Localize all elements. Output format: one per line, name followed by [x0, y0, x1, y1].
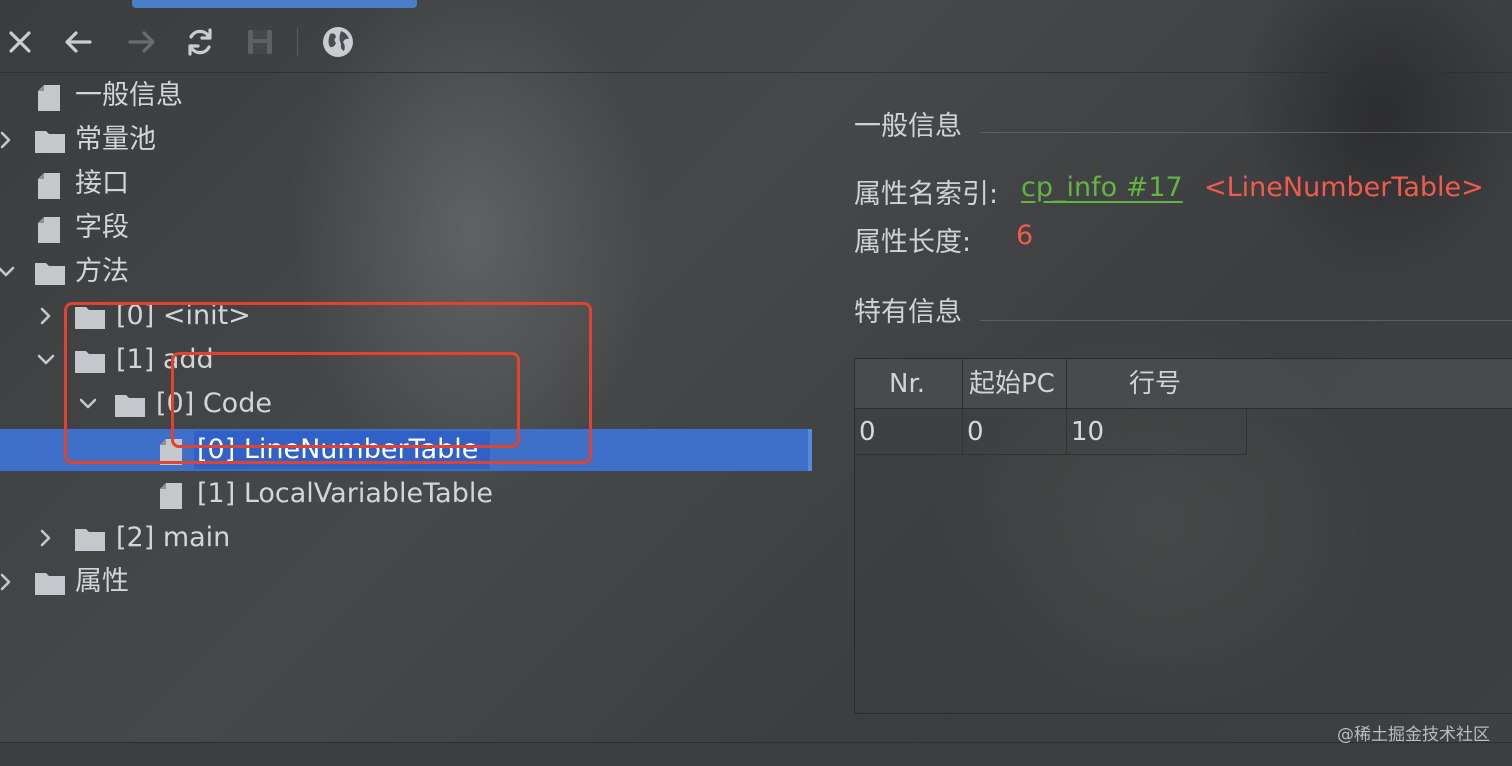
- table-cell-start-pc[interactable]: 0: [963, 409, 1067, 455]
- line-number-table: Nr. 起始PC 行号 0 0 10: [854, 358, 1512, 714]
- arrow-left-icon: [62, 28, 94, 56]
- tree-item-label: [1] LocalVariableTable: [197, 478, 493, 509]
- column-header-nr[interactable]: Nr.: [855, 359, 963, 409]
- tree-item-methods[interactable]: 方法: [0, 250, 830, 294]
- file-icon: [36, 84, 66, 111]
- forward-button[interactable]: [122, 22, 162, 62]
- detail-panel: 一般信息 属性名索引: cp_info #17 <LineNumberTable…: [830, 74, 1512, 734]
- folder-icon: [34, 128, 65, 153]
- active-tab-indicator[interactable]: [132, 0, 417, 8]
- tree-item-interfaces[interactable]: 接口: [0, 162, 830, 206]
- tree-item-label: [2] main: [116, 522, 231, 553]
- cp-info-link[interactable]: cp_info #17: [1021, 172, 1183, 203]
- table-cell-nr[interactable]: 0: [855, 409, 963, 455]
- chevron-right-icon[interactable]: [0, 572, 16, 592]
- tree-item-label: 一般信息: [75, 80, 183, 111]
- file-icon: [36, 172, 66, 199]
- web-button[interactable]: [318, 22, 358, 62]
- folder-icon: [34, 260, 65, 285]
- section-title-specific: 特有信息: [854, 297, 962, 328]
- chevron-down-icon[interactable]: [0, 262, 16, 282]
- save-button[interactable]: [240, 22, 280, 62]
- toolbar-divider: [0, 72, 1512, 73]
- refresh-button[interactable]: [180, 22, 220, 62]
- arrow-right-icon: [126, 28, 158, 56]
- close-button[interactable]: [0, 22, 40, 62]
- folder-icon: [34, 570, 65, 595]
- chevron-right-icon[interactable]: [36, 306, 56, 326]
- tree-item-label: 接口: [75, 168, 129, 199]
- tree-item-local-variable-table[interactable]: [1] LocalVariableTable: [0, 472, 830, 516]
- tab-strip: [0, 0, 1512, 10]
- tree-item-general-info[interactable]: 一般信息: [0, 74, 830, 118]
- file-icon: [158, 482, 188, 509]
- column-header-start-pc[interactable]: 起始PC: [963, 359, 1067, 409]
- back-button[interactable]: [58, 22, 98, 62]
- globe-icon: [321, 25, 355, 59]
- section-divider: [980, 320, 1512, 321]
- tree-item-constant-pool[interactable]: 常量池: [0, 118, 830, 162]
- tree-item-fields[interactable]: 字段: [0, 206, 830, 250]
- tree-item-label: 字段: [75, 212, 129, 243]
- tree-item-attributes[interactable]: 属性: [0, 560, 830, 604]
- section-title-general: 一般信息: [854, 111, 962, 142]
- attr-name-index-label: 属性名索引:: [854, 179, 999, 210]
- tree-item-label: 常量池: [75, 124, 156, 155]
- watermark-text: @稀土掘金技术社区: [1337, 725, 1490, 745]
- attr-name-value: <LineNumberTable>: [1204, 172, 1484, 203]
- save-icon: [245, 27, 275, 57]
- folder-icon: [74, 526, 105, 551]
- file-icon: [36, 216, 66, 243]
- close-icon: [6, 28, 34, 56]
- tree-item-label: 属性: [75, 566, 129, 597]
- chevron-right-icon[interactable]: [0, 130, 16, 150]
- tree-item-label: 方法: [75, 256, 129, 287]
- table-cell-line[interactable]: 10: [1067, 409, 1247, 455]
- chevron-down-icon[interactable]: [36, 350, 56, 370]
- status-bar: [0, 742, 1512, 766]
- chevron-right-icon[interactable]: [36, 528, 56, 548]
- section-divider: [980, 132, 1512, 133]
- attr-length-label: 属性长度:: [854, 227, 972, 258]
- attr-length-value: 6: [1016, 220, 1034, 251]
- tree-item-method-main[interactable]: [2] main: [0, 516, 830, 560]
- toolbar-separator: [297, 28, 298, 56]
- column-header-line[interactable]: 行号: [1067, 359, 1512, 409]
- refresh-icon: [184, 26, 216, 58]
- toolbar: [0, 16, 420, 66]
- annotation-box-tables: [171, 352, 520, 448]
